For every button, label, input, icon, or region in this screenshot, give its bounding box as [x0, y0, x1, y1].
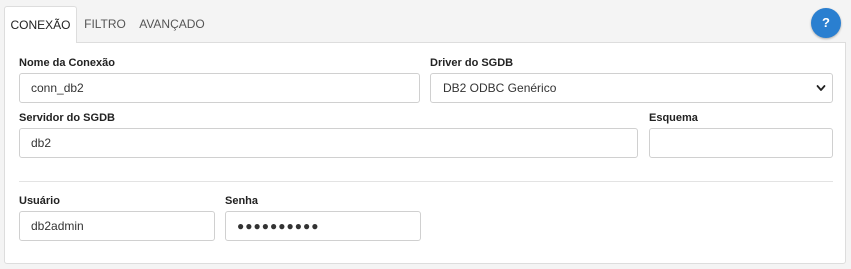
connection-name-value: conn_db2 [31, 81, 84, 95]
server-label: Servidor do SGDB [19, 112, 115, 124]
driver-value: DB2 ODBC Genérico [443, 81, 557, 95]
chevron-down-icon [816, 85, 826, 91]
server-input[interactable]: db2 [19, 128, 638, 158]
driver-label: Driver do SGDB [430, 57, 514, 69]
tab-bar: CONEXÃO FILTRO AVANÇADO [4, 6, 846, 43]
schema-input[interactable] [649, 128, 833, 158]
tab-conexao[interactable]: CONEXÃO [4, 6, 77, 43]
tab-avancado[interactable]: AVANÇADO [138, 6, 206, 43]
password-label: Senha [225, 195, 259, 207]
password-input[interactable]: ●●●●●●●●●● [225, 211, 421, 241]
driver-select[interactable]: DB2 ODBC Genérico [430, 73, 833, 103]
user-input[interactable]: db2admin [19, 211, 215, 241]
help-icon: ? [822, 15, 830, 30]
user-label: Usuário [19, 195, 60, 207]
server-value: db2 [31, 136, 52, 150]
schema-label: Esquema [649, 112, 698, 124]
connection-name-input[interactable]: conn_db2 [19, 73, 420, 103]
help-button[interactable]: ? [811, 8, 841, 38]
connection-panel: Nome da Conexão conn_db2 Driver do SGDB … [4, 42, 846, 264]
password-value: ●●●●●●●●●● [237, 219, 320, 233]
tab-filtro[interactable]: FILTRO [81, 6, 129, 43]
user-value: db2admin [31, 219, 84, 233]
divider [19, 181, 833, 182]
connection-name-label: Nome da Conexão [19, 57, 115, 69]
